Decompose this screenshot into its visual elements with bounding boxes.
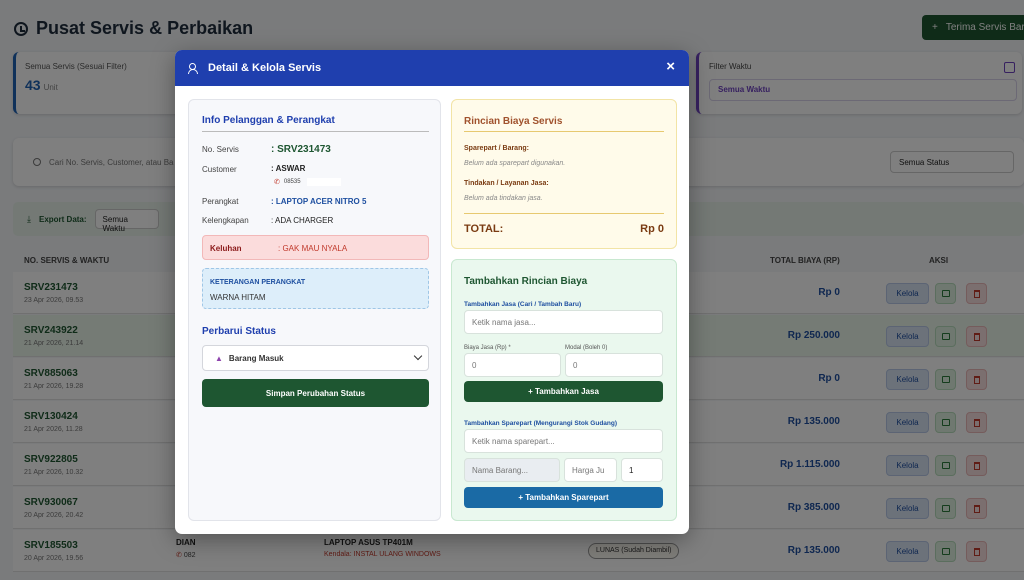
accessories-label: Kelengkapan — [202, 216, 249, 225]
status-title: Perbarui Status — [202, 326, 276, 337]
customer-value: : ASWAR — [271, 164, 306, 173]
divider — [464, 213, 664, 214]
divider — [202, 131, 429, 132]
service-label: Tambahkan Jasa (Cari / Tambah Baru) — [464, 301, 582, 308]
part-label: Tambahkan Sparepart (Mengurangi Stok Gud… — [464, 420, 618, 427]
total-label: TOTAL: — [464, 223, 504, 235]
part-name-input[interactable]: Nama Barang... — [464, 458, 560, 482]
fee-label: Biaya Jasa (Rp) * — [464, 345, 511, 351]
save-status-button[interactable]: Simpan Perubahan Status — [202, 379, 429, 407]
total-value: Rp 0 — [640, 223, 664, 235]
add-part-button[interactable]: + Tambahkan Sparepart — [464, 487, 663, 508]
cost-title: Rincian Biaya Servis — [464, 116, 563, 127]
add-cost-panel: Tambahkan Rincian Biaya Tambahkan Jasa (… — [451, 259, 677, 521]
customer-phone: ✆ 08535 — [274, 178, 341, 186]
complaint-box: Keluhan : GAK MAU NYALA — [202, 235, 429, 260]
modal-title: Detail & Kelola Servis — [208, 62, 322, 74]
note-value: WARNA HITAM — [210, 293, 266, 302]
part-qty-input[interactable]: 1 — [621, 458, 663, 482]
info-title: Info Pelanggan & Perangkat — [202, 115, 335, 126]
redacted-block — [306, 178, 341, 186]
service-name-input[interactable]: Ketik nama jasa... — [464, 310, 663, 334]
complaint-value: : GAK MAU NYALA — [278, 244, 348, 253]
box-icon: ▲ — [215, 353, 223, 363]
chevron-down-icon — [413, 351, 423, 361]
complaint-label: Keluhan — [210, 244, 242, 253]
device-note-box: KETERANGAN PERANGKAT WARNA HITAM — [202, 268, 429, 309]
service-no-label: No. Servis — [202, 145, 239, 154]
divider — [464, 131, 664, 132]
note-title: KETERANGAN PERANGKAT — [210, 279, 306, 286]
parts-label: Sparepart / Barang: — [464, 145, 529, 152]
part-search-input[interactable]: Ketik nama sparepart... — [464, 429, 663, 453]
device-value: : LAPTOP ACER NITRO 5 — [271, 197, 367, 206]
customer-info-panel: Info Pelanggan & Perangkat No. Servis : … — [188, 99, 441, 521]
modal-header: Detail & Kelola Servis × — [175, 50, 689, 86]
services-label: Tindakan / Layanan Jasa: — [464, 180, 549, 187]
parts-empty-text: Belum ada sparepart digunakan. — [464, 160, 566, 167]
close-button[interactable]: × — [666, 59, 675, 74]
accessories-value: : ADA CHARGER — [271, 216, 334, 225]
customer-label: Customer — [202, 165, 237, 174]
status-select[interactable]: ▲ Barang Masuk — [202, 345, 429, 371]
cost-breakdown-panel: Rincian Biaya Servis Sparepart / Barang:… — [451, 99, 677, 249]
services-empty-text: Belum ada tindakan jasa. — [464, 195, 543, 202]
user-gear-icon — [188, 62, 201, 74]
phone-icon: ✆ — [274, 179, 280, 186]
fee-input[interactable]: 0 — [464, 353, 561, 377]
capital-label: Modal (Boleh 0) — [565, 345, 608, 351]
add-title: Tambahkan Rincian Biaya — [464, 276, 588, 287]
add-service-button[interactable]: + Tambahkan Jasa — [464, 381, 663, 402]
device-label: Perangkat — [202, 197, 239, 206]
part-price-input[interactable]: Harga Ju — [564, 458, 617, 482]
capital-input[interactable]: 0 — [565, 353, 663, 377]
service-no-value: : SRV231473 — [271, 144, 331, 155]
service-detail-modal: Detail & Kelola Servis × Info Pelanggan … — [175, 50, 689, 534]
